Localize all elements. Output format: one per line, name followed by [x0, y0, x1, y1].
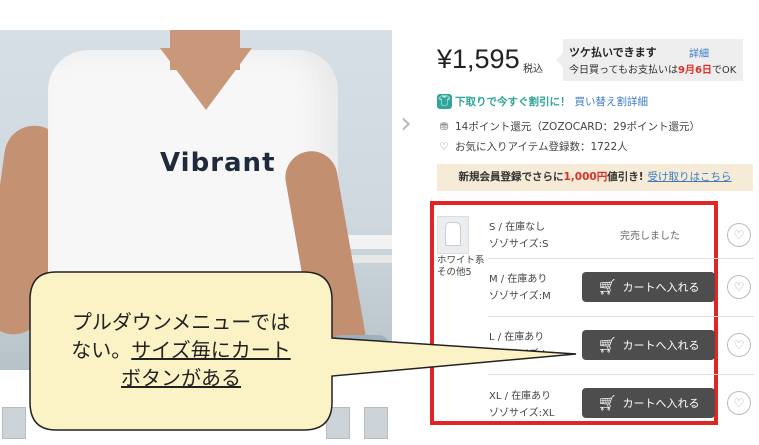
favorite-heart-icon[interactable]: ♡ — [727, 333, 751, 357]
banner-pre: 新規会員登録でさらに — [458, 171, 564, 183]
banner-link[interactable]: 受け取りはこちら — [648, 171, 732, 183]
photo-vneck — [160, 48, 252, 110]
callout-line2a: ない。 — [71, 338, 132, 362]
cart-icon: 🛒︎ — [597, 336, 617, 354]
photo-brand-print: Vibrant — [160, 148, 276, 178]
add-to-cart-button-xl[interactable]: 🛒︎ カートへ入れる — [582, 388, 715, 418]
callout-line3: ボタンがある — [121, 366, 241, 390]
next-image-chevron-icon[interactable]: › — [400, 109, 418, 139]
banner-post: 値引き! — [607, 171, 644, 183]
swatch-shirt — [446, 223, 460, 245]
sold-out-label: 完売しました — [620, 231, 680, 242]
pay-later-title: ツケ払いできます — [569, 46, 657, 59]
callout-text: プルダウンメニューでは ない。サイズ毎にカート ボタンがある — [40, 308, 322, 392]
pay-later-sub-before: 今日買ってもお支払いは — [569, 65, 678, 76]
pay-later-notch — [556, 53, 563, 67]
pay-later-sub-after: でOK — [711, 65, 737, 76]
tradein-row: 👕︎ 下取りで今すぐ割引に！ 買い替え割詳細 — [437, 94, 648, 109]
color-swatch[interactable] — [437, 216, 469, 254]
add-to-cart-button-l[interactable]: 🛒︎ カートへ入れる — [582, 330, 715, 360]
row-divider — [488, 258, 754, 259]
coins-icon: ⛃ — [439, 121, 449, 133]
cart-icon: 🛒︎ — [597, 394, 617, 412]
points-text: 14ポイント還元（ZOZOCARD：29ポイント還元） — [455, 121, 701, 133]
tradein-label: 下取りで今すぐ割引に！ — [455, 96, 571, 108]
callout-line2b: サイズ毎にカート — [131, 338, 291, 362]
shirt-icon: 👕︎ — [437, 94, 452, 109]
favorites-text: お気に入りアイテム登録数：1722人 — [455, 141, 628, 153]
pay-later-date: 9月6日 — [678, 65, 712, 76]
tradein-detail-link[interactable]: 買い替え割詳細 — [575, 96, 649, 108]
color-label-line1: ホワイト系 — [437, 255, 485, 266]
thumbnail[interactable] — [2, 407, 26, 439]
favorite-heart-icon[interactable]: ♡ — [727, 391, 751, 415]
price: ¥1,595 — [437, 44, 520, 74]
add-to-cart-button-m[interactable]: 🛒︎ カートへ入れる — [582, 272, 715, 302]
cart-icon: 🛒︎ — [597, 278, 617, 296]
size-row-s-zozo: ゾゾサイズ:S — [489, 239, 549, 250]
add-to-cart-label: カートへ入れる — [622, 339, 700, 352]
add-to-cart-label: カートへ入れる — [622, 281, 700, 294]
tax-label: 税込 — [523, 64, 543, 75]
favorite-heart-icon[interactable]: ♡ — [727, 223, 751, 247]
callout-line1: プルダウンメニューでは — [71, 310, 291, 334]
pay-later-box: ツケ払いできます 詳細 今日買ってもお支払いは9月6日でOK — [556, 39, 743, 81]
favorites-row: ♡ お気に入りアイテム登録数：1722人 — [437, 139, 628, 154]
pay-later-detail-link[interactable]: 詳細 — [689, 45, 709, 60]
points-row: ⛃ 14ポイント還元（ZOZOCARD：29ポイント還元） — [437, 119, 700, 134]
size-row-s-name: S / 在庫なし — [489, 222, 546, 233]
pay-later-subtext: 今日買ってもお支払いは9月6日でOK — [569, 61, 736, 76]
heart-icon: ♡ — [439, 141, 449, 153]
annotation-callout: プルダウンメニューでは ない。サイズ毎にカート ボタンがある — [28, 270, 577, 432]
add-to-cart-label: カートへ入れる — [622, 397, 700, 410]
callout-line2: ない。サイズ毎にカート — [40, 336, 322, 364]
banner-amount: 1,000円 — [563, 171, 608, 183]
signup-banner: 新規会員登録でさらに1,000円値引き! 受け取りはこちら — [437, 164, 753, 191]
favorite-heart-icon[interactable]: ♡ — [727, 275, 751, 299]
